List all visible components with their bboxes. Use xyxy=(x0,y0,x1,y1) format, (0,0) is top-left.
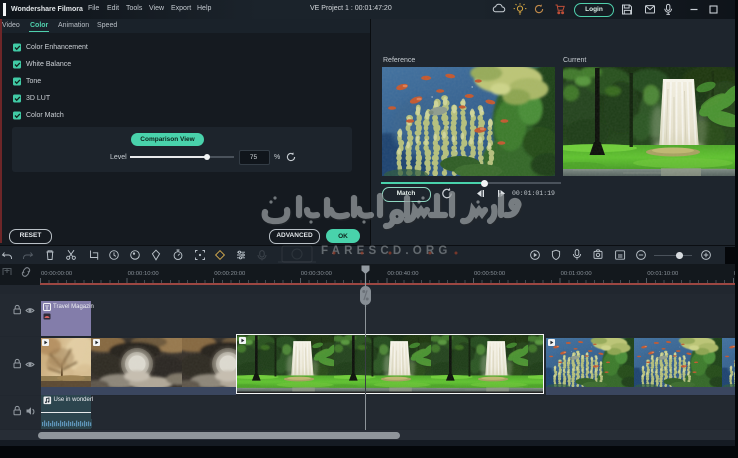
svg-text:00:00:10:00: 00:00:10:00 xyxy=(128,271,160,277)
svg-text:00:01:10:00: 00:01:10:00 xyxy=(647,271,679,277)
svg-text:T: T xyxy=(44,305,48,311)
svg-text:FARESCD.ORG: FARESCD.ORG xyxy=(321,245,452,257)
svg-text:00:01:00:00: 00:01:00:00 xyxy=(561,271,593,277)
svg-text:00:00:30:00: 00:00:30:00 xyxy=(301,271,333,277)
svg-text:00:00:00:00: 00:00:00:00 xyxy=(41,271,73,277)
svg-text:00:00:50:00: 00:00:50:00 xyxy=(474,271,506,277)
svg-text:00:00:40:00: 00:00:40:00 xyxy=(387,271,419,277)
svg-text:00:00:20:00: 00:00:20:00 xyxy=(214,271,246,277)
